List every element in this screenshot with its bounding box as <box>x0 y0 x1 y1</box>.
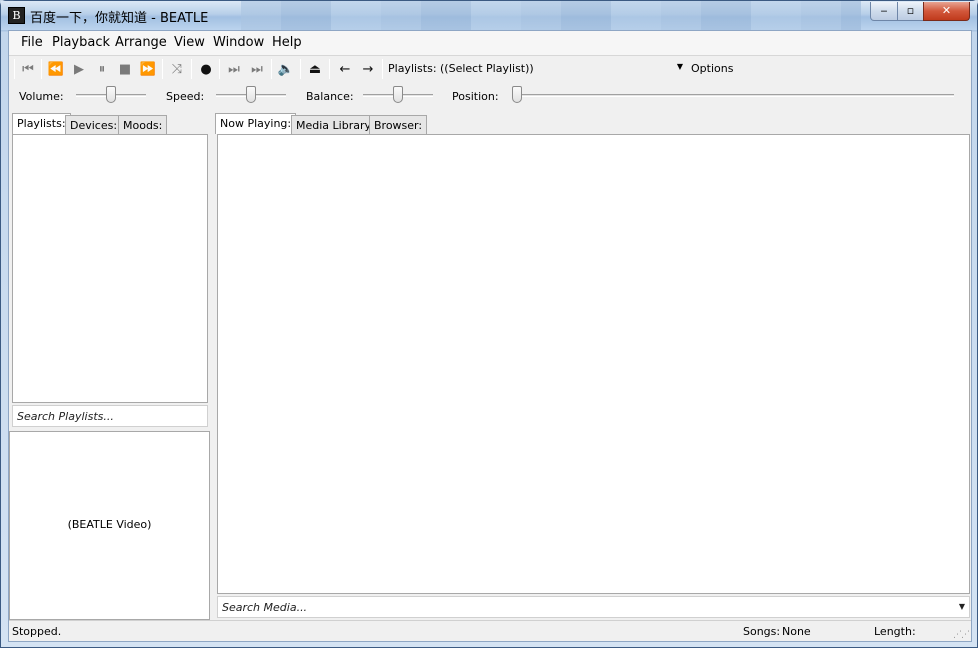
status-text: Stopped. <box>12 625 62 638</box>
eject-icon[interactable]: ⏏ <box>306 60 324 78</box>
volume-slider[interactable] <box>76 86 146 103</box>
now-playing-list[interactable] <box>217 134 970 594</box>
maximize-button[interactable]: ▫ <box>897 2 924 21</box>
playlists-list[interactable] <box>12 134 208 403</box>
forward-arrow-icon[interactable]: → <box>359 60 377 78</box>
toolbar: ⏮ ⏪ ▶ ⏸ ■ ⏩ ⤨ ● ⏭ ⏭ 🔈 ⏏ ← → Playlists: (… <box>9 57 971 81</box>
search-media-input[interactable]: Search Media... ▼ <box>217 596 970 618</box>
toolbar-separator <box>271 59 272 79</box>
back-arrow-icon[interactable]: ← <box>336 60 354 78</box>
close-button[interactable]: ✕ <box>923 2 970 21</box>
status-bar: Stopped. Songs: None Length: ⋰⋰ <box>9 620 971 641</box>
resize-grip-icon[interactable]: ⋰⋰ <box>953 630 970 640</box>
playlist-select[interactable]: ((Select Playlist)) ▼ <box>437 60 685 78</box>
volume-slider-thumb[interactable] <box>106 86 116 103</box>
tab-browser[interactable]: Browser: <box>369 115 428 134</box>
position-slider-thumb[interactable] <box>512 86 522 103</box>
skip-start-icon[interactable]: ⏮ <box>19 60 37 78</box>
chevron-down-icon[interactable]: ▼ <box>959 602 965 611</box>
menu-playback[interactable]: Playback <box>52 35 110 50</box>
volume-label: Volume: <box>19 90 64 103</box>
minimize-button[interactable]: ‒ <box>870 2 898 21</box>
toolbar-separator <box>41 59 42 79</box>
toolbar-separator <box>382 59 383 79</box>
menu-arrange[interactable]: Arrange <box>115 35 167 50</box>
client-area: File Playback Arrange View Window Help ⏮… <box>8 30 972 642</box>
speed-slider[interactable] <box>216 86 286 103</box>
play-icon[interactable]: ▶ <box>70 60 88 78</box>
playlist-select-value: ((Select Playlist)) <box>440 62 534 75</box>
position-label: Position: <box>452 90 499 103</box>
toolbar-separator <box>219 59 220 79</box>
position-slider[interactable] <box>512 86 954 103</box>
toolbar-separator <box>300 59 301 79</box>
menu-window[interactable]: Window <box>213 35 264 50</box>
shuffle-icon[interactable]: ⤨ <box>168 60 186 78</box>
mute-icon[interactable]: 🔈 <box>277 60 295 78</box>
fast-forward-icon[interactable]: ⏩ <box>139 60 157 78</box>
speed-label: Speed: <box>166 90 205 103</box>
options-button[interactable]: Options <box>691 62 733 75</box>
length-label: Length: <box>874 625 916 638</box>
tab-now-playing[interactable]: Now Playing: <box>215 113 297 134</box>
record-icon[interactable]: ● <box>197 60 215 78</box>
right-tab-strip: Now Playing: Media Library: Browser: <box>215 113 971 135</box>
playlists-label: Playlists: <box>388 62 437 75</box>
next-track-icon[interactable]: ⏭ <box>225 60 243 78</box>
tab-playlists[interactable]: Playlists: <box>12 113 71 134</box>
tab-moods[interactable]: Moods: <box>118 115 168 134</box>
menu-view[interactable]: View <box>174 35 205 50</box>
app-icon[interactable]: B <box>8 7 25 24</box>
balance-slider-thumb[interactable] <box>393 86 403 103</box>
video-panel: (BEATLE Video) <box>9 431 210 620</box>
chevron-down-icon: ▼ <box>676 62 683 71</box>
tab-media-library[interactable]: Media Library: <box>291 115 379 134</box>
left-tab-strip: Playlists: Devices: Moods: <box>12 113 210 135</box>
speed-slider-thumb[interactable] <box>246 86 256 103</box>
toolbar-separator <box>329 59 330 79</box>
balance-label: Balance: <box>306 90 354 103</box>
toolbar-separator <box>162 59 163 79</box>
window-title: 百度一下，你就知道 - BEATLE <box>30 11 209 26</box>
menu-file[interactable]: File <box>21 35 43 50</box>
menu-help[interactable]: Help <box>272 35 302 50</box>
songs-label: Songs: <box>743 625 781 638</box>
balance-slider[interactable] <box>363 86 433 103</box>
toolbar-separator <box>14 59 15 79</box>
stop-icon[interactable]: ■ <box>116 60 134 78</box>
title-bar-background <box>241 1 861 30</box>
pause-icon[interactable]: ⏸ <box>93 60 111 78</box>
menu-bar: File Playback Arrange View Window Help <box>9 31 971 56</box>
skip-end-icon[interactable]: ⏭ <box>248 60 266 78</box>
search-media-placeholder: Search Media... <box>222 601 308 614</box>
songs-value: None <box>782 625 811 638</box>
slider-bar: Volume: Speed: Balance: Position: <box>9 83 971 107</box>
app-window: B 百度一下，你就知道 - BEATLE ‒ ▫ ✕ File Playback… <box>0 0 978 648</box>
title-bar[interactable]: B 百度一下，你就知道 - BEATLE ‒ ▫ ✕ <box>1 1 977 30</box>
tab-devices[interactable]: Devices: <box>65 115 123 134</box>
search-playlists-input[interactable]: Search Playlists... <box>12 405 208 427</box>
video-placeholder-label: (BEATLE Video) <box>67 518 152 531</box>
toolbar-separator <box>191 59 192 79</box>
rewind-icon[interactable]: ⏪ <box>47 60 65 78</box>
